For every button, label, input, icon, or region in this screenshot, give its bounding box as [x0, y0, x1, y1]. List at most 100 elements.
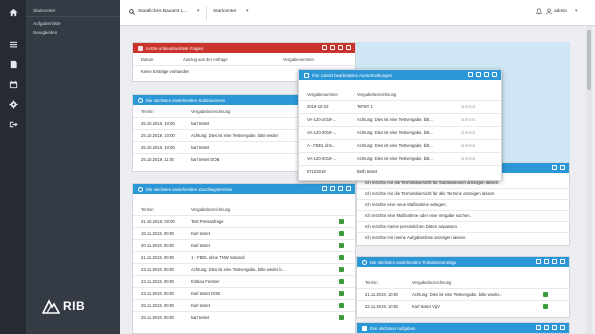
row-divider [357, 188, 569, 189]
action-icons[interactable]: ⊙⊙⊙⊙ [461, 104, 476, 109]
action-icons[interactable]: ⊙⊙⊙⊙ [461, 156, 476, 161]
spreadsheet-icon[interactable] [339, 219, 344, 224]
cell-bezeichnung: Karl testet VgV [412, 304, 440, 309]
expand-icon[interactable] [560, 325, 565, 330]
filter-icon[interactable] [536, 259, 541, 264]
action-icons[interactable]: ⊙⊙⊙⊙ [461, 130, 476, 135]
scrollbar[interactable] [586, 26, 592, 334]
organisation-selector[interactable]: Staatliches Bauamt L... [138, 9, 187, 14]
expand-icon[interactable] [346, 45, 351, 50]
table-row[interactable]: 21.11.2019, 10:00 Achtung: Dies ist eine… [357, 288, 569, 300]
nav-item-startcenter[interactable]: Startcenter [33, 8, 55, 13]
table-row[interactable]: 23.11.2019, 00:00 Einbau Fenster [133, 275, 355, 287]
home-icon[interactable] [0, 4, 26, 20]
column-header-termin[interactable]: Termin [141, 207, 154, 212]
menu-icon[interactable] [0, 36, 26, 52]
bell-icon[interactable] [536, 8, 542, 15]
popup-recent-tenders: Ihre zuletzt bearbeiteten Ausschreibunge… [298, 69, 502, 181]
table-row[interactable]: 22.11.2019, 10:00 Karl testet VgV [357, 300, 569, 312]
user-menu[interactable]: admin [554, 9, 567, 14]
filter-icon[interactable] [536, 325, 541, 330]
export-icon[interactable] [330, 186, 335, 191]
table-row[interactable]: 20.11.2019, 00:00 Karl testet [133, 239, 355, 251]
expand-icon[interactable] [560, 165, 565, 170]
table-row[interactable]: 18.11.2019, 00:00 Karl testet [133, 227, 355, 239]
table-row[interactable]: VA-120-2019-... Achtung: Dies ist eine T… [299, 126, 501, 138]
quick-action-link[interactable]: Ich möchte mir meine Aufgabenliste anzei… [365, 235, 467, 240]
search-icon[interactable] [129, 9, 135, 15]
export-icon[interactable] [544, 259, 549, 264]
user-icon[interactable] [546, 8, 552, 15]
cell-bezeichnung: Achtung: Dies ist eine Testvergabe, bitt… [357, 156, 433, 161]
column-header-vergabebezeichnung[interactable]: Vergabebezeichnung [357, 92, 396, 97]
expand-icon[interactable] [492, 72, 497, 77]
document-icon[interactable] [0, 56, 26, 72]
spreadsheet-icon[interactable] [339, 315, 344, 320]
table-row[interactable]: 07102019 Beth testet [299, 165, 501, 177]
spreadsheet-icon[interactable] [543, 304, 548, 309]
breadcrumb-chevron-icon[interactable]: ▾ [246, 9, 248, 14]
settings-icon[interactable] [552, 325, 557, 330]
spreadsheet-icon[interactable] [339, 303, 344, 308]
spreadsheet-icon[interactable] [339, 231, 344, 236]
calendar-icon[interactable] [0, 76, 26, 92]
user-chevron-icon[interactable]: ▾ [575, 9, 577, 14]
table-row[interactable]: VA-120-2019-... Achtung: Dies ist eine T… [299, 152, 501, 164]
filter-icon[interactable] [322, 186, 327, 191]
gear-icon[interactable] [0, 96, 26, 112]
column-header-vergabebezeichnung[interactable]: Vergabebezeichnung [191, 207, 230, 212]
quick-action-link[interactable]: Ich möchte eine neue Maßnahme anlegen. [365, 202, 447, 207]
scrollbar-thumb[interactable] [587, 30, 591, 90]
nav-item-neuigkeiten[interactable]: Neuigkeiten [33, 30, 57, 35]
export-icon[interactable] [476, 72, 481, 77]
table-row[interactable]: 21.11.2019, 00:00 1 - FBDL ohne TNW nati… [133, 251, 355, 263]
column-header-auszug[interactable]: Auszug aus der Anfrage [183, 57, 228, 62]
cell-bezeichnung: Test Preisanfrage [191, 219, 224, 224]
cell-termin: 20.11.2019, 00:00 [141, 243, 175, 248]
table-row[interactable]: A - FBDL ohn... Achtung: Dies ist eine T… [299, 139, 501, 151]
column-header-vergabenummer[interactable]: Vergabenummer [307, 92, 338, 97]
export-icon[interactable] [330, 45, 335, 50]
expand-icon[interactable] [346, 186, 351, 191]
table-row[interactable]: 31.10.2019, 00:00 Test Preisanfrage [133, 215, 355, 227]
table-row[interactable]: VA-120-2019-... Achtung: Dies ist eine T… [299, 113, 501, 125]
side-navigation: Startcenter Aufgabenliste Neuigkeiten RI… [26, 0, 120, 334]
settings-icon[interactable] [338, 186, 343, 191]
column-header-termin[interactable]: Termin [141, 109, 154, 114]
quick-action-link[interactable]: Ich möchte meine persönlichen Daten anpa… [365, 224, 458, 229]
action-icons[interactable]: ⊙⊙⊙⊙ [461, 143, 476, 148]
spreadsheet-icon[interactable] [339, 255, 344, 260]
table-row[interactable]: 23.11.2019, 00:00 Achtung: Dies ist eine… [133, 263, 355, 275]
column-header-termin[interactable]: Termin [365, 280, 378, 285]
nav-item-aufgabenliste[interactable]: Aufgabenliste [33, 21, 61, 26]
column-header-vergabebezeichnung[interactable]: Vergabebezeichnung [191, 109, 230, 114]
spreadsheet-icon[interactable] [339, 243, 344, 248]
settings-icon[interactable] [552, 259, 557, 264]
table-row[interactable]: 25.11.2019, 00:00 karl testet [133, 311, 355, 323]
spreadsheet-icon[interactable] [543, 292, 548, 297]
column-header-vergabebezeichnung[interactable]: Vergabebezeichnung [412, 280, 451, 285]
quick-action-link[interactable]: Ich möchte mir die Terminübersicht für a… [365, 191, 495, 196]
cell-termin: 25.11.2019, 00:00 [141, 303, 175, 308]
action-icons[interactable]: ⊙⊙⊙⊙ [461, 117, 476, 122]
settings-icon[interactable] [552, 165, 557, 170]
table-row[interactable]: 25.11.2019, 00:00 Karl testet [133, 299, 355, 311]
spreadsheet-icon[interactable] [339, 279, 344, 284]
settings-icon[interactable] [484, 72, 489, 77]
settings-icon[interactable] [338, 45, 343, 50]
quick-action-link[interactable]: Ich möchte eine Maßnahme oder eine Verga… [365, 213, 471, 218]
export-icon[interactable] [544, 325, 549, 330]
spreadsheet-icon[interactable] [339, 291, 344, 296]
column-header-vergabenummer[interactable]: Vergabenummer [283, 57, 314, 62]
table-row[interactable]: 2019-10-23 TeFBT 1 ⊙⊙⊙⊙ [299, 100, 501, 112]
chevron-down-icon[interactable]: ▾ [197, 9, 199, 14]
expand-icon[interactable] [560, 259, 565, 264]
filter-icon[interactable] [468, 72, 473, 77]
filter-icon[interactable] [322, 45, 327, 50]
breadcrumb[interactable]: Startcenter [213, 9, 236, 14]
column-header-datum[interactable]: Datum [141, 57, 153, 62]
spreadsheet-icon[interactable] [339, 267, 344, 272]
table-row[interactable]: 23.11.2019, 00:00 Karl testet DOB [133, 287, 355, 299]
logout-icon[interactable] [0, 116, 26, 132]
cell-vergabenummer: 07102019 [307, 169, 326, 174]
